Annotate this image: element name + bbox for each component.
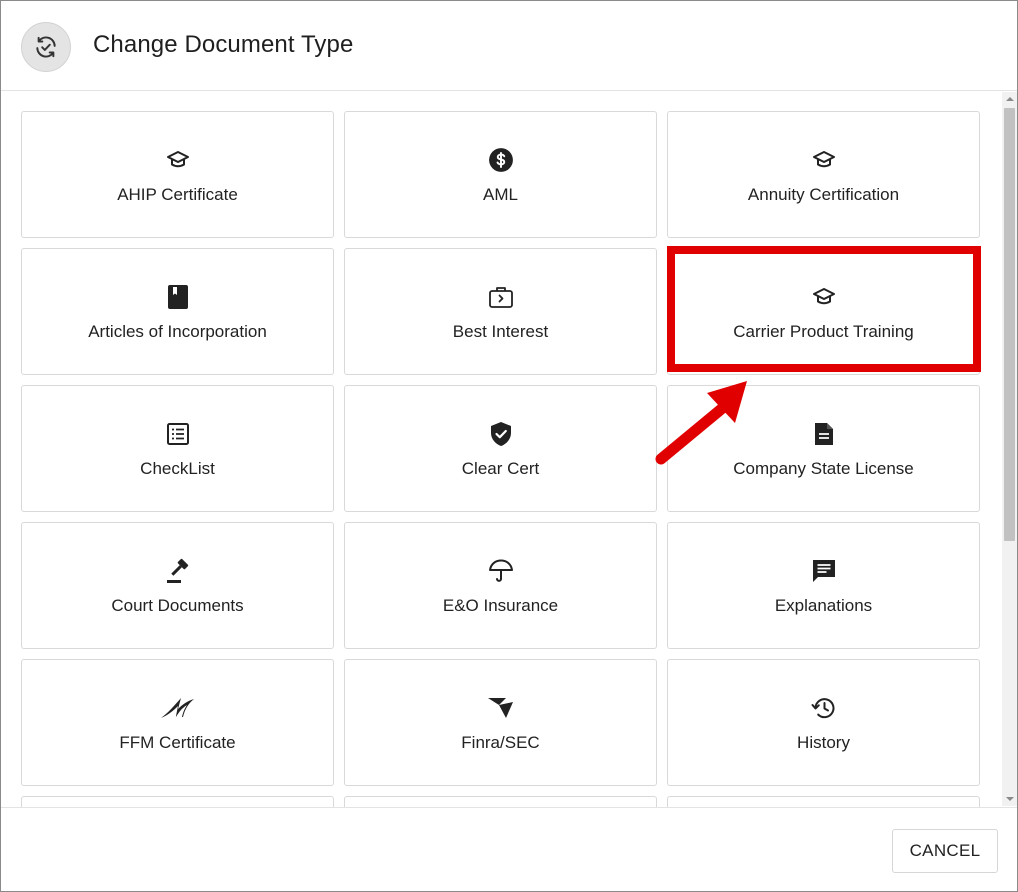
tile-label: Carrier Product Training: [733, 322, 914, 341]
tile-partial[interactable]: [344, 796, 657, 807]
tile-carrier-product-training[interactable]: Carrier Product Training: [667, 248, 980, 375]
document-icon: [668, 421, 979, 447]
tile-ahip-certificate[interactable]: AHIP Certificate: [21, 111, 334, 238]
tile-label: Explanations: [774, 596, 873, 615]
tile-court-documents[interactable]: Court Documents: [21, 522, 334, 649]
tile-articles-of-incorporation[interactable]: Articles of Incorporation: [21, 248, 334, 375]
finra-logo-icon: [345, 695, 656, 721]
scroll-down-arrow-icon[interactable]: [1002, 792, 1017, 806]
scrollbar-thumb[interactable]: [1004, 108, 1015, 541]
tile-clear-cert[interactable]: Clear Cert: [344, 385, 657, 512]
tile-label: AML: [483, 185, 518, 204]
briefcase-icon: [345, 284, 656, 310]
graduation-cap-icon: [668, 284, 979, 310]
sync-check-icon: [21, 22, 71, 72]
tile-eo-insurance[interactable]: E&O Insurance: [344, 522, 657, 649]
document-type-grid: AHIP Certificate AML Annuity Certificati…: [1, 92, 1017, 807]
change-document-type-dialog: Change Document Type AHIP Certificate AM…: [0, 0, 1018, 892]
tile-label: CheckList: [140, 459, 215, 478]
cancel-button[interactable]: CANCEL: [892, 829, 998, 873]
tile-annuity-certification[interactable]: Annuity Certification: [667, 111, 980, 238]
tile-label: Company State License: [733, 459, 914, 478]
graduation-cap-icon: [668, 147, 979, 173]
tile-label: Finra/SEC: [461, 733, 540, 752]
tile-partial[interactable]: [21, 796, 334, 807]
tile-explanations[interactable]: Explanations: [667, 522, 980, 649]
dialog-header: Change Document Type: [1, 1, 1017, 91]
graduation-cap-icon: [22, 147, 333, 173]
dialog-title: Change Document Type: [93, 31, 354, 58]
tile-company-state-license[interactable]: Company State License: [667, 385, 980, 512]
gavel-icon: [22, 558, 333, 584]
tile-checklist[interactable]: CheckList: [21, 385, 334, 512]
tile-label: E&O Insurance: [442, 596, 559, 615]
tile-label: FFM Certificate: [119, 733, 236, 752]
tile-label: Annuity Certification: [747, 185, 900, 204]
shield-check-icon: [345, 421, 656, 447]
tile-finra-sec[interactable]: Finra/SEC: [344, 659, 657, 786]
book-icon: [22, 284, 333, 310]
tile-best-interest[interactable]: Best Interest: [344, 248, 657, 375]
dialog-footer: CANCEL: [1, 807, 1017, 891]
tile-label: AHIP Certificate: [117, 185, 238, 204]
checklist-icon: [22, 421, 333, 447]
ffm-logo-icon: [22, 695, 333, 721]
tile-aml[interactable]: AML: [344, 111, 657, 238]
tile-ffm-certificate[interactable]: FFM Certificate: [21, 659, 334, 786]
tile-history[interactable]: History: [667, 659, 980, 786]
tile-label: History: [797, 733, 850, 752]
vertical-scrollbar[interactable]: [1002, 92, 1017, 806]
umbrella-icon: [345, 558, 656, 584]
scroll-up-arrow-icon[interactable]: [1002, 92, 1017, 106]
tile-label: Articles of Incorporation: [88, 322, 267, 341]
dollar-circle-icon: [345, 147, 656, 173]
history-icon: [668, 695, 979, 721]
tile-label: Clear Cert: [461, 459, 540, 478]
comment-icon: [668, 558, 979, 584]
tile-partial[interactable]: [667, 796, 980, 807]
tile-label: Best Interest: [452, 322, 549, 341]
tile-label: Court Documents: [111, 596, 244, 615]
